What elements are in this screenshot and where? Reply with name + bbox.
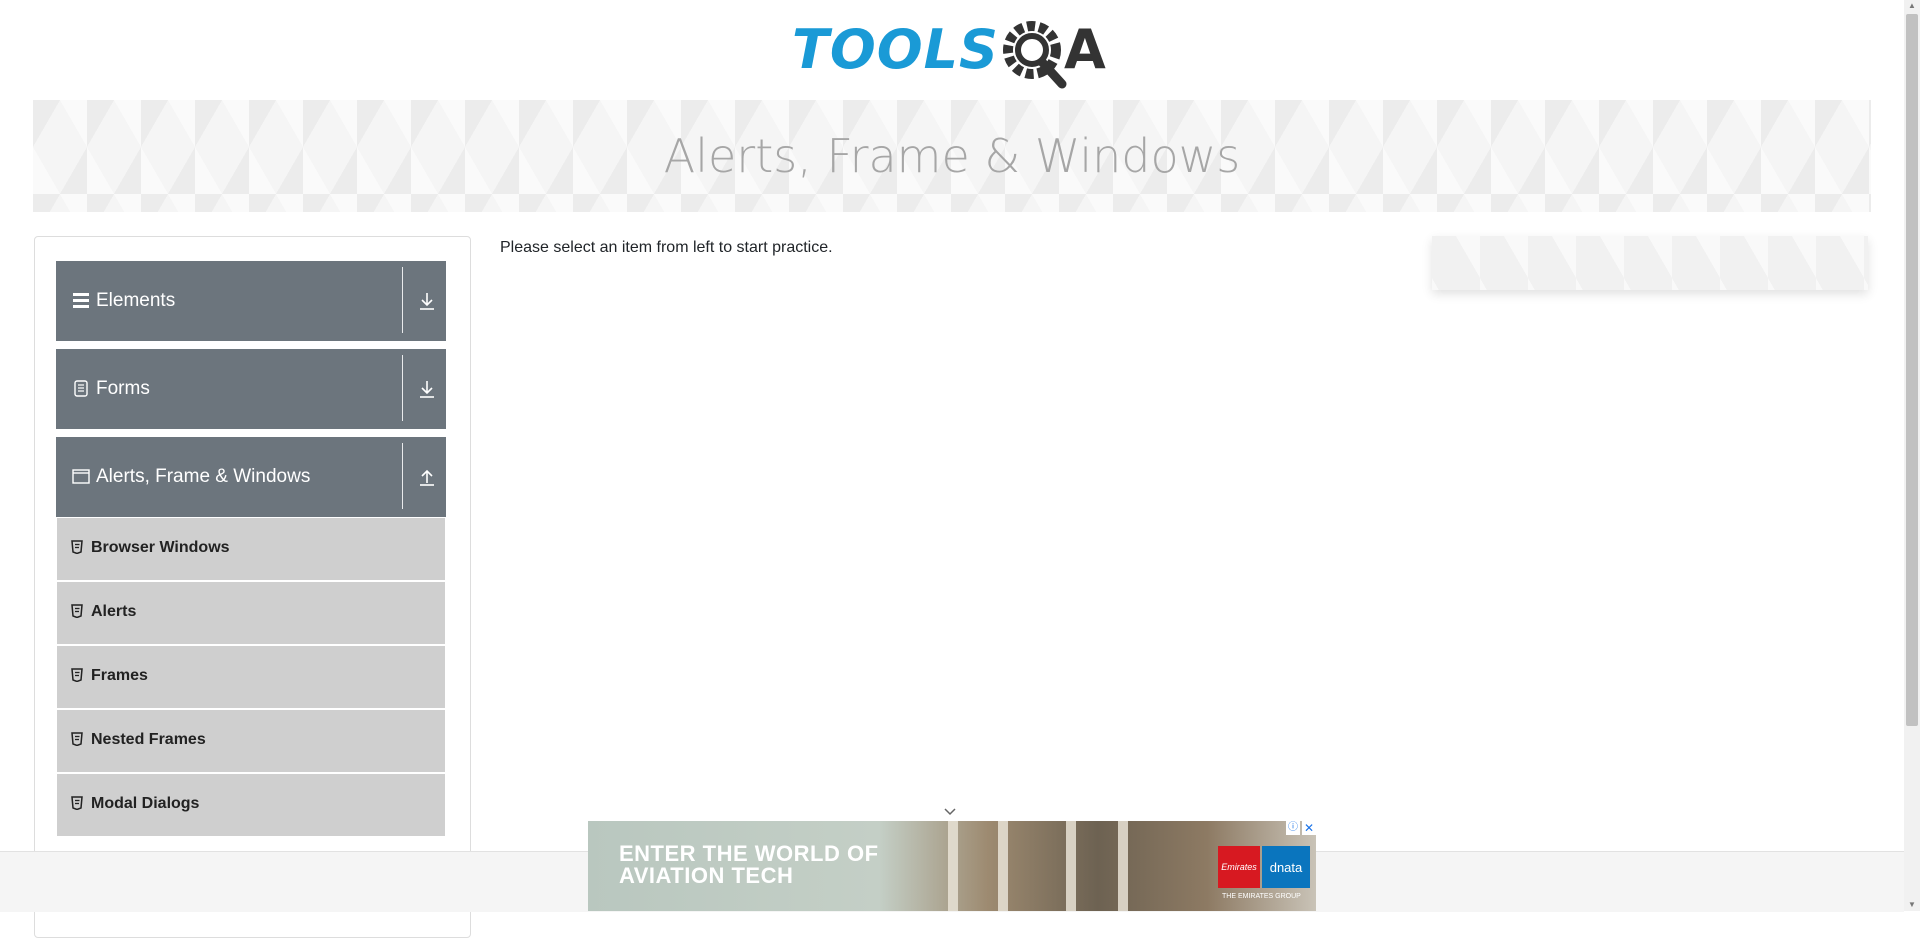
- ad-pillar: [948, 821, 958, 911]
- menu-item-frames[interactable]: Frames: [57, 646, 445, 710]
- menu-item-modal-dialogs[interactable]: Modal Dialogs: [57, 774, 445, 838]
- page-banner: Alerts, Frame & Windows: [33, 100, 1871, 212]
- bottom-ad-banner[interactable]: ENTER THE WORLD OF AVIATION TECH Emirate…: [588, 821, 1316, 911]
- scroll-down-arrow-icon[interactable]: ▼: [1906, 899, 1918, 911]
- download-arrow-icon[interactable]: [418, 379, 436, 399]
- menu-item-label: Modal Dialogs: [91, 795, 200, 812]
- ad-group-label: THE EMIRATES GROUP: [1222, 893, 1301, 900]
- menu-item-nested-frames[interactable]: Nested Frames: [57, 710, 445, 774]
- page-title: Alerts, Frame & Windows: [663, 129, 1241, 183]
- left-panel: Elements Forms Alerts, Frame & Windows B…: [34, 236, 471, 938]
- group-header-elements[interactable]: Elements: [56, 261, 446, 341]
- ad-pillar: [998, 821, 1008, 911]
- group-header-forms[interactable]: Forms: [56, 349, 446, 429]
- info-icon[interactable]: ⓘ: [1286, 821, 1300, 835]
- menu-item-label: Browser Windows: [91, 539, 230, 556]
- upload-arrow-icon[interactable]: [418, 467, 436, 487]
- chevron-down-icon[interactable]: [943, 807, 957, 817]
- toolsqa-logo[interactable]: TOOLS A: [792, 14, 1114, 90]
- right-ad-placeholder: [1432, 236, 1868, 290]
- divider: [402, 355, 403, 421]
- scrollbar-thumb[interactable]: [1906, 14, 1918, 726]
- group-label: Forms: [96, 378, 150, 399]
- form-icon: [74, 380, 88, 397]
- gear-magnifier-icon: [1003, 21, 1067, 89]
- divider: [402, 267, 403, 333]
- menu-item-label: Nested Frames: [91, 731, 206, 748]
- ad-pillar: [1118, 821, 1128, 911]
- group-label: Elements: [96, 290, 176, 311]
- group-label: Alerts, Frame & Windows: [96, 466, 311, 487]
- html5-icon: [71, 796, 83, 810]
- logo-text: TOOLS: [792, 18, 999, 81]
- logo-letter-a: A: [1064, 18, 1106, 81]
- group-header-alerts-frame-windows[interactable]: Alerts, Frame & Windows: [56, 437, 446, 517]
- menu-item-label: Frames: [91, 667, 148, 684]
- html5-icon: [71, 732, 83, 746]
- hamburger-icon: [73, 293, 89, 308]
- html5-icon: [71, 604, 83, 618]
- site-header: TOOLS A: [0, 0, 1904, 100]
- dnata-logo: dnata: [1262, 846, 1310, 888]
- menu-item-label: Alerts: [91, 603, 137, 620]
- ad-pillar: [1066, 821, 1076, 911]
- close-icon[interactable]: ✕: [1302, 821, 1316, 835]
- download-arrow-icon[interactable]: [418, 291, 436, 311]
- menu-item-browser-windows[interactable]: Browser Windows: [57, 518, 445, 582]
- html5-icon: [71, 668, 83, 682]
- divider: [402, 443, 403, 509]
- ad-headline: ENTER THE WORLD OF AVIATION TECH: [619, 841, 879, 888]
- emirates-logo: Emirates: [1218, 846, 1260, 888]
- html5-icon: [71, 540, 83, 554]
- scroll-up-arrow-icon[interactable]: ▲: [1906, 0, 1918, 12]
- practice-instruction: Please select an item from left to start…: [500, 239, 833, 256]
- menu-item-alerts[interactable]: Alerts: [57, 582, 445, 646]
- window-icon: [72, 469, 90, 484]
